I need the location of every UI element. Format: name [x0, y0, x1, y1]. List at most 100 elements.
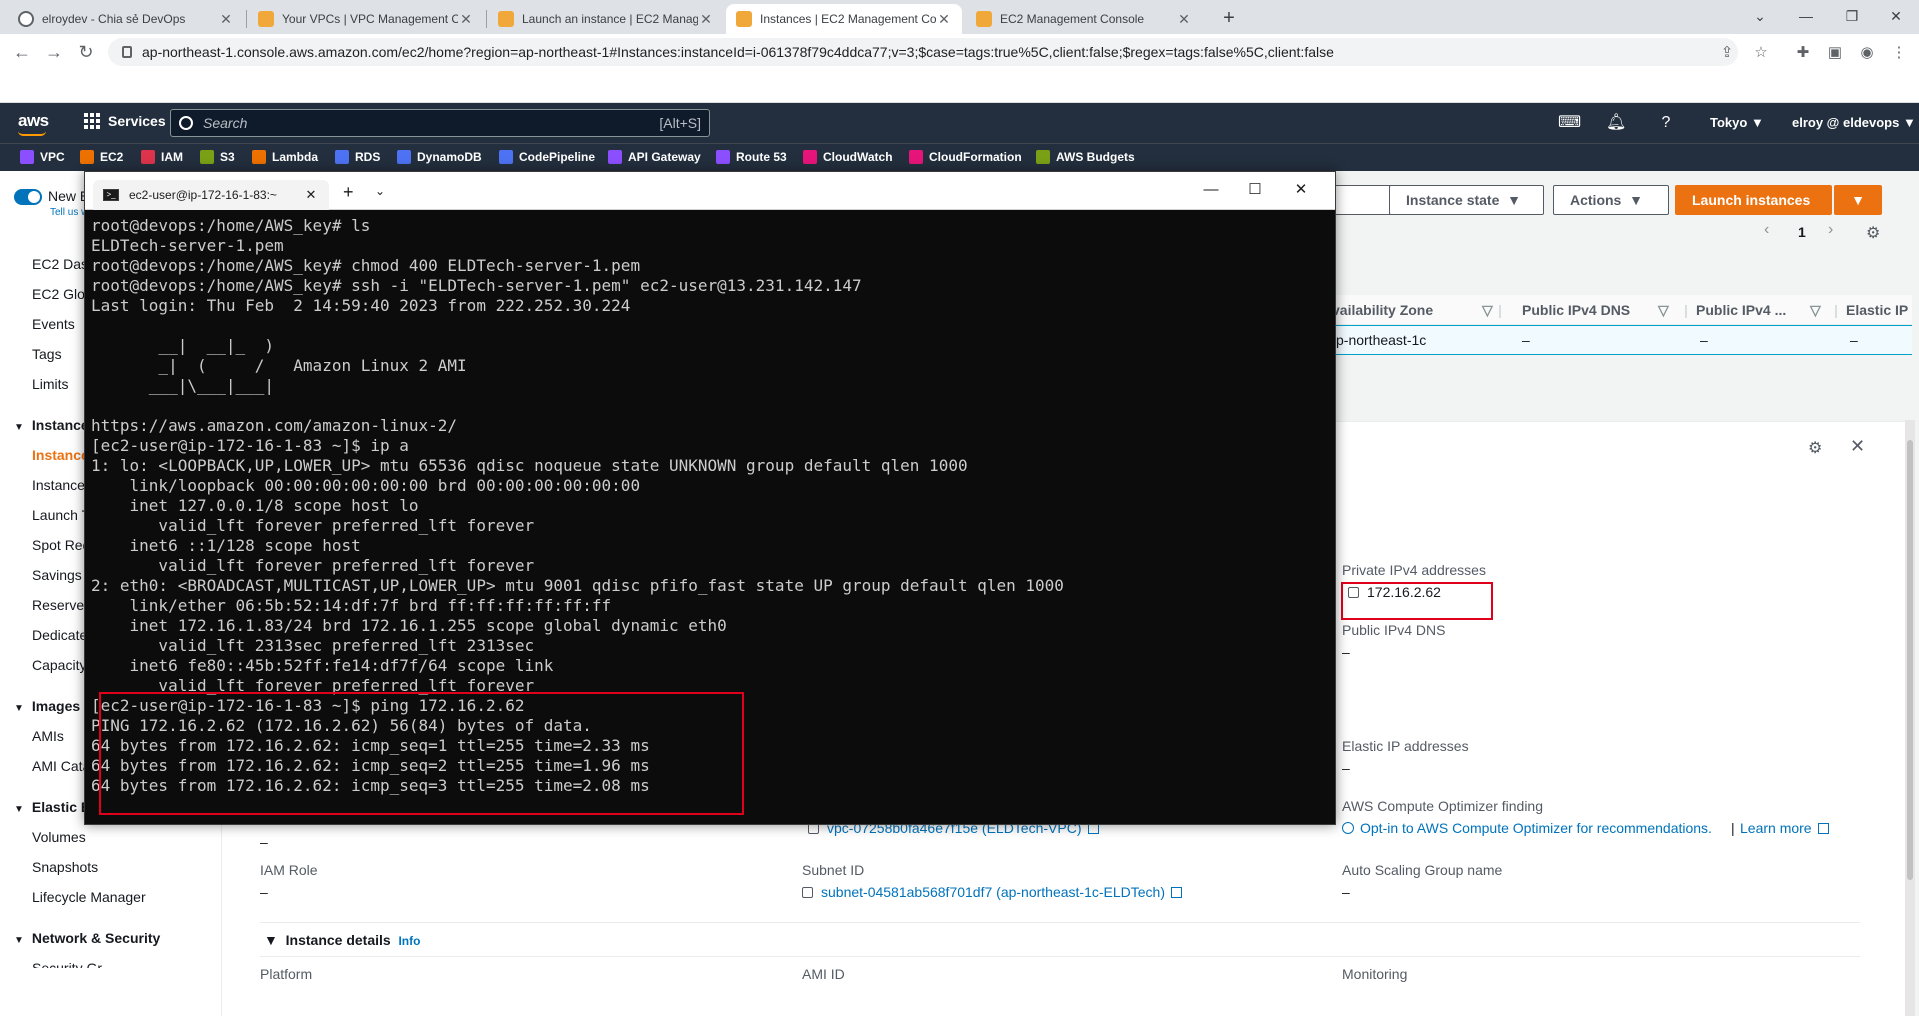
browser-tab-bar: elroydev - Chia sẻ DevOps ✕ Your VPCs | … [0, 0, 1919, 34]
sidebar-item-security-groups[interactable]: Security Gr [32, 960, 102, 968]
terminal-tab[interactable]: >_ ec2-user@ip-172-16-1-83:~ ✕ [93, 180, 329, 210]
close-icon[interactable]: ✕ [303, 187, 319, 203]
fav-s3[interactable]: S3 [200, 150, 235, 164]
launch-instances-button[interactable]: Launch instances [1675, 185, 1832, 215]
menu-kebab-icon[interactable]: ⋮ [1888, 42, 1910, 64]
vpc-icon [20, 150, 34, 164]
fav-cloudformation[interactable]: CloudFormation [909, 150, 1022, 164]
new-tab-button[interactable]: + [1217, 6, 1241, 30]
col-availability-zone[interactable]: vailability Zone [1332, 302, 1433, 318]
scrollbar-thumb[interactable] [1907, 440, 1913, 880]
cloudshell-icon[interactable]: ⌨ [1558, 113, 1581, 133]
page-number[interactable]: 1 [1798, 224, 1806, 240]
sidebar-icon[interactable]: ▣ [1824, 42, 1846, 64]
sidebar-item-tags[interactable]: Tags [32, 346, 62, 362]
instance-state-button[interactable]: Instance state ▼ [1389, 185, 1544, 215]
col-public-ipv4[interactable]: Public IPv4 ... [1696, 302, 1786, 318]
reload-icon[interactable]: ↻ [74, 40, 98, 64]
instance-details-header[interactable]: ▼ Instance details Info [264, 932, 420, 948]
fav-api-gateway[interactable]: API Gateway [608, 150, 701, 164]
col-sort-icon[interactable]: ▽ [1810, 302, 1821, 319]
prev-page-icon[interactable]: ‹ [1764, 221, 1769, 239]
help-icon[interactable]: ? [1656, 113, 1676, 133]
fav-rds[interactable]: RDS [335, 150, 380, 164]
col-public-ipv4-dns[interactable]: Public IPv4 DNS [1522, 302, 1630, 318]
col-sort-icon[interactable]: ▽ [1658, 302, 1669, 319]
aws-top-nav: aws Services Search [Alt+S] ⌨ 🔔︎ ? Tokyo… [0, 103, 1919, 143]
fav-codepipeline[interactable]: CodePipeline [499, 150, 595, 164]
url-bar[interactable]: ap-northeast-1.console.aws.amazon.com/ec… [108, 38, 1738, 66]
region-selector[interactable]: Tokyo ▼ [1710, 115, 1764, 130]
aws-search-input[interactable]: Search [Alt+S] [170, 109, 710, 137]
optimizer-link[interactable]: Opt-in to AWS Compute Optimizer for reco… [1342, 820, 1712, 836]
browser-tab-launch-instance[interactable]: Launch an instance | EC2 Manag ✕ [488, 4, 724, 34]
aws-logo[interactable]: aws [18, 111, 49, 136]
sidebar-section-images[interactable]: Images [14, 698, 80, 714]
notifications-bell-icon[interactable]: 🔔︎ [1606, 113, 1626, 133]
sidebar-item-volumes[interactable]: Volumes [32, 829, 86, 845]
new-ec2-toggle[interactable] [14, 189, 42, 205]
col-divider: | [1684, 302, 1688, 318]
share-icon[interactable]: ⇪ [1716, 42, 1738, 64]
sidebar-item-events[interactable]: Events [32, 316, 75, 332]
close-icon[interactable]: ✕ [698, 11, 714, 28]
browser-tab-vpcs[interactable]: Your VPCs | VPC Management Co ✕ [248, 4, 484, 34]
cloudwatch-icon [803, 150, 817, 164]
sidebar-item-limits[interactable]: Limits [32, 376, 69, 392]
fav-iam[interactable]: IAM [141, 150, 183, 164]
close-icon[interactable]: ✕ [936, 11, 952, 28]
fav-ec2[interactable]: EC2 [80, 150, 123, 164]
browser-tab-elroydev[interactable]: elroydev - Chia sẻ DevOps ✕ [8, 4, 244, 34]
close-icon[interactable]: ✕ [458, 11, 474, 28]
terminal-title-bar[interactable]: >_ ec2-user@ip-172-16-1-83:~ ✕ + ⌄ — ☐ ✕ [85, 172, 1335, 210]
subnet-link[interactable]: subnet-04581ab568f701df7 (ap-northeast-1… [802, 884, 1183, 900]
aws-icon [498, 11, 514, 27]
restore-button[interactable]: ❐ [1832, 4, 1872, 28]
fav-vpc[interactable]: VPC [20, 150, 65, 164]
fav-aws-budgets[interactable]: AWS Budgets [1036, 150, 1135, 164]
fav-dynamodb[interactable]: DynamoDB [397, 150, 482, 164]
info-link[interactable]: Info [398, 934, 420, 948]
browser-tab-ec2-console[interactable]: EC2 Management Console ✕ [966, 4, 1202, 34]
settings-gear-icon[interactable]: ⚙ [1808, 438, 1822, 458]
terminal-line: inet 127.0.0.1/8 scope host lo [91, 496, 419, 515]
col-elastic-ip[interactable]: Elastic IP [1846, 302, 1908, 318]
launch-dropdown-button[interactable]: ▼ [1834, 185, 1882, 215]
fav-route53[interactable]: Route 53 [716, 150, 787, 164]
settings-gear-icon[interactable]: ⚙ [1866, 223, 1880, 243]
sidebar-item-amis[interactable]: AMIs [32, 728, 64, 744]
new-terminal-tab-icon[interactable]: + [343, 182, 354, 203]
close-window-button[interactable]: ✕ [1281, 178, 1321, 202]
terminal-line: https://aws.amazon.com/amazon-linux-2/ [91, 416, 458, 435]
browser-tab-instances[interactable]: Instances | EC2 Management Cor ✕ [726, 4, 962, 34]
back-icon[interactable]: ← [10, 40, 34, 64]
chevron-down-icon[interactable]: ⌄ [375, 184, 385, 198]
profile-avatar-icon[interactable]: ◉ [1856, 42, 1878, 64]
lock-icon[interactable] [122, 46, 132, 58]
sidebar-section-network-security[interactable]: Network & Security [14, 930, 160, 946]
account-menu[interactable]: elroy @ eldevops ▼ [1792, 115, 1916, 130]
extensions-icon[interactable]: ✚ [1792, 42, 1814, 64]
next-page-icon[interactable]: › [1828, 221, 1833, 239]
tab-search-icon[interactable]: ⌄ [1740, 4, 1780, 28]
sidebar-item-snapshots[interactable]: Snapshots [32, 859, 98, 875]
actions-button[interactable]: Actions ▼ [1553, 185, 1669, 215]
maximize-button[interactable]: ☐ [1235, 178, 1275, 202]
minimize-button[interactable]: — [1786, 4, 1826, 28]
col-sort-icon[interactable]: ▽ [1482, 302, 1493, 319]
aws-smile-icon [18, 131, 46, 136]
close-icon[interactable]: ✕ [1850, 436, 1865, 457]
close-window-button[interactable]: ✕ [1876, 4, 1916, 28]
learn-more-link[interactable]: Learn more [1740, 820, 1829, 836]
copy-icon[interactable] [802, 887, 813, 898]
services-menu[interactable]: Services [84, 113, 166, 129]
terminal-line: link/ether 06:5b:52:14:df:7f brd ff:ff:f… [91, 596, 612, 615]
sidebar-item-lifecycle-manager[interactable]: Lifecycle Manager [32, 889, 146, 905]
fav-cloudwatch[interactable]: CloudWatch [803, 150, 893, 164]
close-icon[interactable]: ✕ [1176, 11, 1192, 28]
fav-lambda[interactable]: Lambda [252, 150, 318, 164]
minimize-button[interactable]: — [1191, 178, 1231, 202]
bookmark-star-icon[interactable]: ☆ [1750, 42, 1772, 64]
close-icon[interactable]: ✕ [218, 11, 234, 28]
forward-icon[interactable]: → [42, 40, 66, 64]
